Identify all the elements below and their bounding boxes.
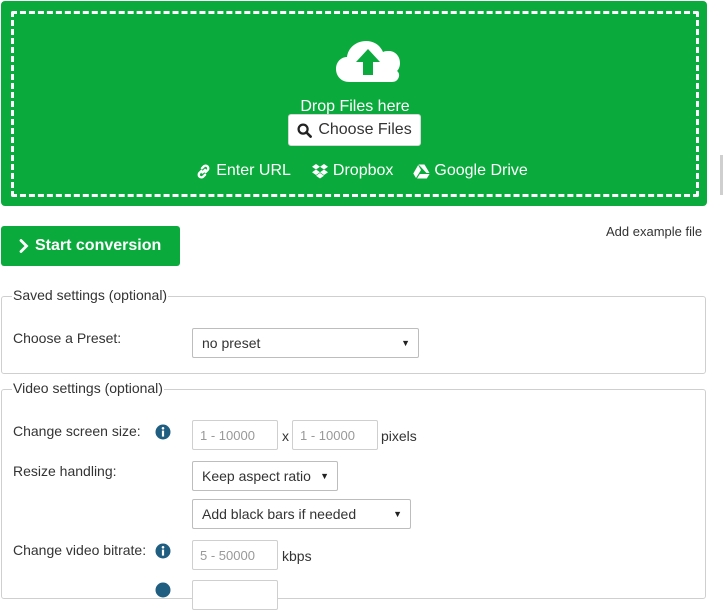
choose-files-button[interactable]: Choose Files xyxy=(288,114,421,146)
kbps-unit: kbps xyxy=(282,548,312,564)
video-bitrate-input[interactable]: 5 - 50000 xyxy=(192,540,278,570)
resize-handling-value: Keep aspect ratio xyxy=(202,468,311,484)
start-conversion-button[interactable]: Start conversion xyxy=(1,226,180,266)
dropbox-label: Dropbox xyxy=(332,162,394,179)
cloud-upload-icon xyxy=(336,41,400,82)
link-icon xyxy=(197,164,210,178)
add-example-file-link[interactable]: Add example file xyxy=(606,224,702,239)
preset-label: Choose a Preset: xyxy=(13,330,122,346)
start-conversion-label: Start conversion xyxy=(35,237,162,254)
google-drive-label: Google Drive xyxy=(434,162,528,179)
size-separator: x xyxy=(282,428,289,444)
preset-select[interactable]: no preset ▼ xyxy=(192,328,419,358)
video-settings-legend: Video settings (optional) xyxy=(12,380,164,396)
video-settings-panel: Video settings (optional) Change screen … xyxy=(1,380,706,610)
resize-handling-label: Resize handling: xyxy=(13,463,117,479)
google-drive-icon xyxy=(413,164,431,178)
dropbox-link[interactable]: Dropbox xyxy=(311,162,393,180)
preset-select-value: no preset xyxy=(202,335,261,351)
chevron-right-icon xyxy=(19,239,29,253)
choose-files-label: Choose Files xyxy=(318,121,412,138)
screen-height-placeholder: 1 - 10000 xyxy=(300,427,355,443)
upload-sources: Enter URL Dropbox Google Drive xyxy=(0,162,723,180)
info-icon[interactable] xyxy=(155,424,171,440)
saved-settings-legend: Saved settings (optional) xyxy=(12,287,169,303)
google-drive-link[interactable]: Google Drive xyxy=(413,162,528,180)
dropdown-caret-icon: ▼ xyxy=(401,338,410,348)
screen-width-input[interactable]: 1 - 10000 xyxy=(192,420,278,450)
black-bars-value: Add black bars if needed xyxy=(202,506,357,522)
search-icon xyxy=(297,122,313,138)
enter-url-label: Enter URL xyxy=(216,162,291,179)
screen-height-input[interactable]: 1 - 10000 xyxy=(292,420,378,450)
saved-settings-panel: Saved settings (optional) Choose a Prese… xyxy=(1,287,706,374)
dropdown-caret-icon: ▼ xyxy=(320,471,329,481)
dropdown-caret-icon: ▼ xyxy=(393,509,402,519)
pixels-unit: pixels xyxy=(381,428,417,444)
info-icon[interactable] xyxy=(155,543,171,559)
info-icon[interactable] xyxy=(155,582,171,598)
screen-width-placeholder: 1 - 10000 xyxy=(200,427,255,443)
video-bitrate-placeholder: 5 - 50000 xyxy=(200,547,255,563)
screen-size-label: Change screen size: xyxy=(13,423,141,439)
dropbox-icon xyxy=(311,163,328,178)
enter-url-link[interactable]: Enter URL xyxy=(195,162,291,180)
black-bars-select[interactable]: Add black bars if needed ▼ xyxy=(192,499,411,529)
video-bitrate-label: Change video bitrate: xyxy=(13,542,147,558)
resize-handling-select[interactable]: Keep aspect ratio ▼ xyxy=(192,461,338,491)
